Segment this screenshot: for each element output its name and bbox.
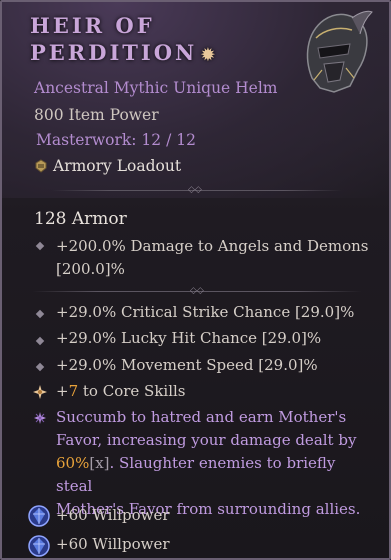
tempered-value: 7 bbox=[68, 382, 79, 400]
diamond-bullet-icon bbox=[35, 362, 45, 372]
affix-movement-speed: +29.0% Movement Speed [29.0]% bbox=[56, 356, 318, 374]
item-name-line2: PERDITION bbox=[30, 40, 198, 65]
unique-power-range: [x] bbox=[89, 454, 110, 472]
tempered-affix: +7 to Core Skills bbox=[56, 382, 186, 400]
socket-willpower-2: +60 Willpower bbox=[56, 535, 170, 553]
unique-power-line1: Succumb to hatred and earn Mother's bbox=[56, 408, 347, 426]
armory-loadout: Armory Loadout bbox=[34, 157, 181, 175]
tempered-icon bbox=[33, 385, 47, 399]
item-power: 800 Item Power bbox=[34, 106, 159, 124]
item-rarity: Ancestral Mythic Unique Helm bbox=[34, 79, 278, 97]
divider-ornament: ◇◇ bbox=[188, 185, 202, 195]
diamond-bullet-icon bbox=[35, 336, 45, 346]
item-tooltip: HEIR OF PERDITION ✹ Ancestral Mythic Uniq… bbox=[0, 0, 391, 560]
armory-icon bbox=[35, 159, 47, 173]
helm-icon bbox=[306, 10, 373, 93]
implicit-affix: +200.0% Damage to Angels and Demons [200… bbox=[56, 235, 376, 281]
implicit-line1: +200.0% Damage to Angels and Demons bbox=[56, 237, 369, 255]
affix-crit-chance: +29.0% Critical Strike Chance [29.0]% bbox=[56, 303, 355, 321]
armory-label: Armory Loadout bbox=[53, 157, 182, 175]
divider-ornament: ◇◇ bbox=[190, 286, 204, 296]
socket-willpower-1: +60 Willpower bbox=[56, 506, 170, 524]
gem-icon bbox=[28, 535, 50, 557]
diamond-bullet-icon bbox=[35, 309, 45, 319]
armor-value: 128 Armor bbox=[34, 209, 127, 229]
unique-power-value: 60% bbox=[56, 454, 90, 472]
gem-icon bbox=[28, 505, 50, 527]
masterwork-rank: Masterwork: 12 / 12 bbox=[36, 131, 196, 149]
affix-lucky-hit: +29.0% Lucky Hit Chance [29.0]% bbox=[56, 329, 322, 347]
implicit-line2: [200.0]% bbox=[56, 260, 125, 278]
unique-power-line2: Favor, increasing your damage dealt by bbox=[56, 431, 357, 449]
star-icon: ✹ bbox=[201, 45, 218, 64]
unique-power-icon bbox=[34, 412, 46, 424]
item-name-line1: HEIR OF bbox=[30, 13, 155, 38]
item-name: HEIR OF PERDITION ✹ bbox=[30, 12, 270, 68]
diamond-bullet-icon bbox=[35, 241, 45, 251]
